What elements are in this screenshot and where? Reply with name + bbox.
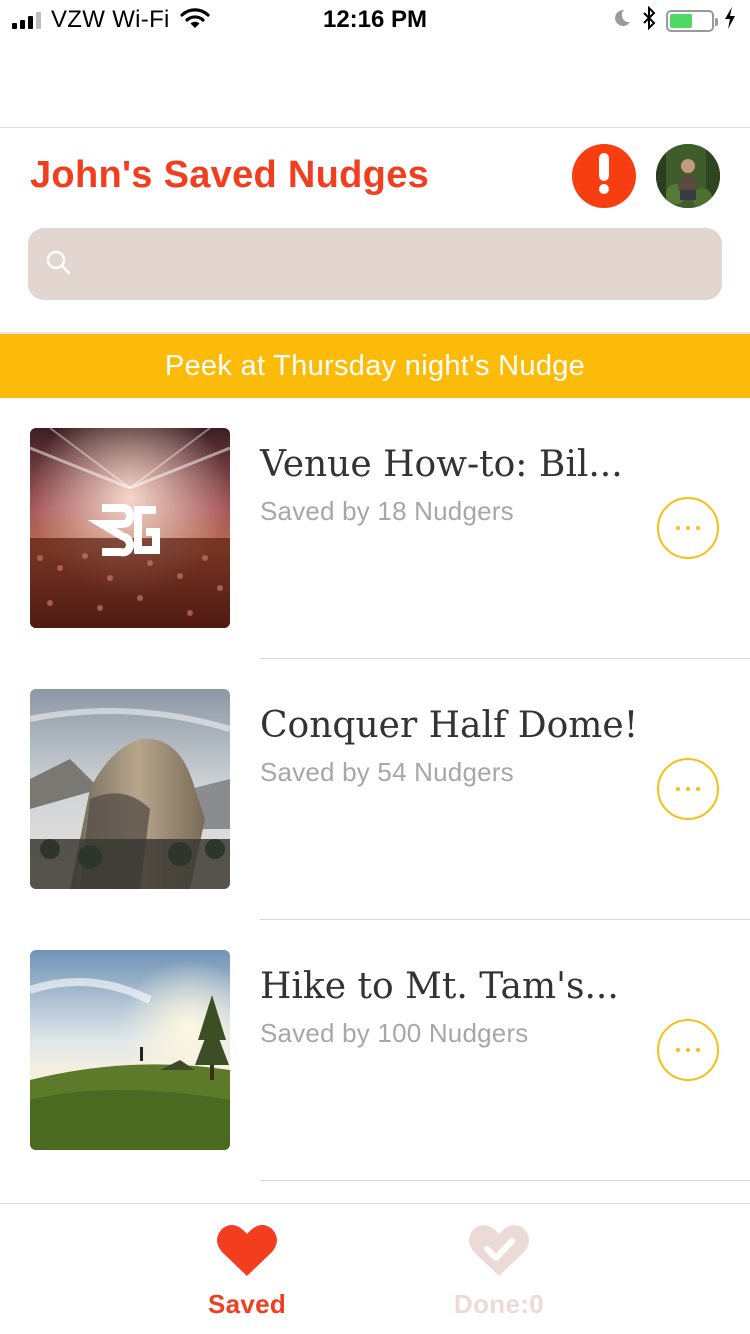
nudge-title: Hike to Mt. Tam's... xyxy=(260,966,619,1007)
tab-saved[interactable]: Saved xyxy=(157,1222,337,1320)
nudge-save-count: Saved by 18 Nudgers xyxy=(260,496,514,526)
heart-check-icon xyxy=(468,1222,530,1283)
charging-bolt-icon xyxy=(724,7,736,34)
nudge-title: Venue How-to: Bil... xyxy=(260,444,623,485)
exclamation-icon xyxy=(596,152,612,200)
nudge-title: Conquer Half Dome! xyxy=(260,705,639,746)
peek-banner[interactable]: Peek at Thursday night's Nudge xyxy=(0,334,750,398)
search-input[interactable] xyxy=(84,248,684,280)
more-options-button[interactable] xyxy=(657,497,719,559)
tab-saved-label: Saved xyxy=(207,1289,287,1319)
tab-done[interactable]: Done:0 xyxy=(409,1222,589,1320)
status-bar: VZW Wi-Fi 12:16 PM xyxy=(0,0,750,40)
list-item[interactable]: Hike to Mt. Tam's... Saved by 100 Nudger… xyxy=(0,920,750,1181)
avatar-photo xyxy=(656,144,720,208)
page-title: John's Saved Nudges xyxy=(30,154,430,196)
heart-icon xyxy=(216,1222,278,1283)
search-icon xyxy=(44,248,72,281)
nav-bar xyxy=(0,40,750,128)
tab-bar: Saved Done:0 xyxy=(0,1203,750,1334)
half-dome-photo xyxy=(30,689,230,889)
battery-level-fill xyxy=(670,13,692,28)
tab-done-label: Done:0 xyxy=(454,1289,544,1319)
mountain-sunset-photo xyxy=(30,950,230,1150)
battery-icon xyxy=(666,9,718,32)
bluetooth-icon xyxy=(642,5,656,35)
do-not-disturb-icon xyxy=(612,8,632,33)
concert-crowd-photo xyxy=(30,428,230,628)
item-divider xyxy=(260,1180,750,1181)
avatar[interactable] xyxy=(656,144,720,208)
nudge-save-count: Saved by 100 Nudgers xyxy=(260,1018,529,1048)
search-bar[interactable] xyxy=(28,228,722,300)
list-item[interactable]: Venue How-to: Bil... Saved by 18 Nudgers xyxy=(0,398,750,659)
battery-cap xyxy=(715,17,718,26)
status-right xyxy=(612,5,736,35)
nudge-list: Venue How-to: Bil... Saved by 18 Nudgers xyxy=(0,398,750,1181)
more-options-button[interactable] xyxy=(657,1019,719,1081)
nudge-save-count: Saved by 54 Nudgers xyxy=(260,757,514,787)
alert-button[interactable] xyxy=(572,144,636,208)
list-item[interactable]: Conquer Half Dome! Saved by 54 Nudgers xyxy=(0,659,750,920)
more-options-button[interactable] xyxy=(657,758,719,820)
